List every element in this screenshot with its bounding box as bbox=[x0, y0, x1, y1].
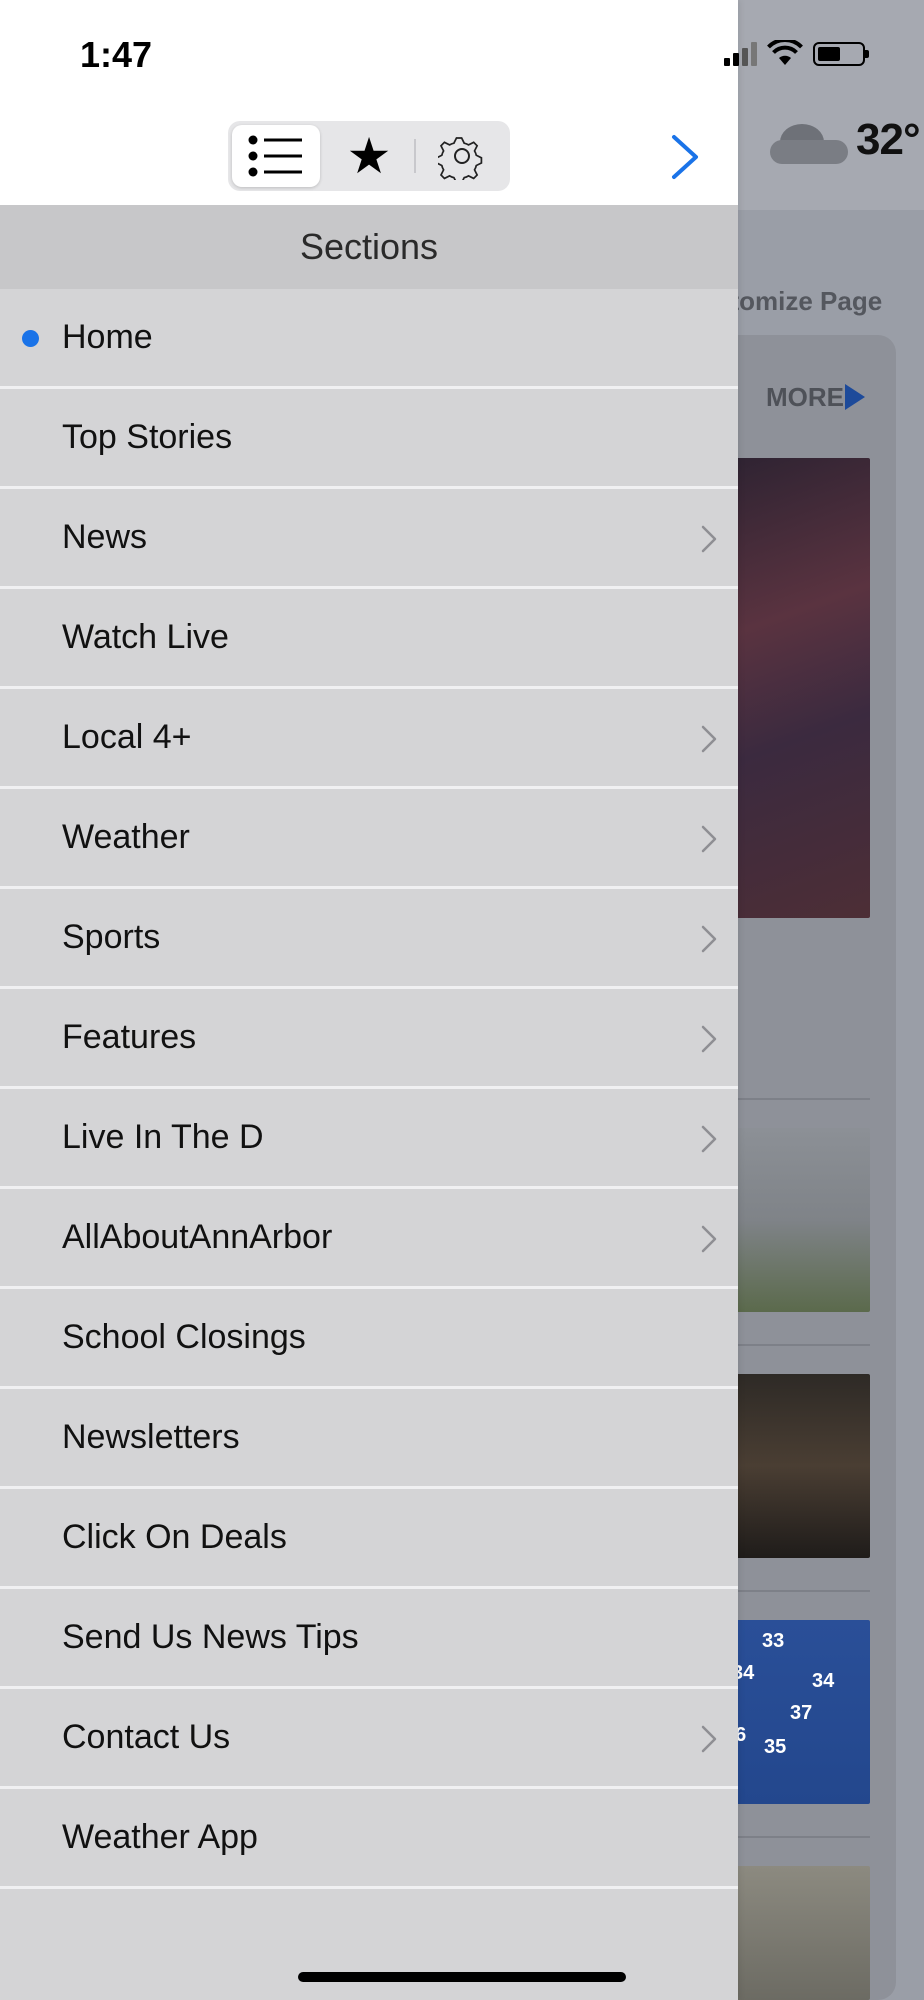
sections-list-item-label: Click On Deals bbox=[62, 1518, 287, 1556]
sections-list-item-label: Contact Us bbox=[62, 1718, 231, 1756]
wifi-icon bbox=[767, 40, 803, 65]
sections-list-item[interactable]: Weather App bbox=[0, 1789, 738, 1889]
status-time: 1:47 bbox=[80, 34, 153, 75]
story-image[interactable] bbox=[724, 1128, 870, 1312]
chevron-right-icon bbox=[701, 1025, 717, 1053]
sections-list-item[interactable]: Top Stories bbox=[0, 389, 738, 489]
cloud-icon bbox=[770, 116, 850, 164]
map-value: 33 bbox=[762, 1630, 785, 1652]
map-value: 35 bbox=[764, 1736, 787, 1758]
sections-list-item[interactable]: Contact Us bbox=[0, 1689, 738, 1789]
sections-list-item-label: Sports bbox=[62, 918, 161, 956]
active-indicator-dot bbox=[22, 330, 39, 347]
play-arrow-icon bbox=[845, 384, 865, 410]
chevron-right-icon bbox=[701, 1225, 717, 1253]
sections-list-item[interactable]: News bbox=[0, 489, 738, 589]
chevron-right-icon bbox=[701, 525, 717, 553]
sections-list-item[interactable]: Home bbox=[0, 289, 738, 389]
sections-list-item[interactable]: Newsletters bbox=[0, 1389, 738, 1489]
sections-list-item[interactable]: Watch Live bbox=[0, 589, 738, 689]
star-icon: ★ bbox=[346, 128, 392, 184]
chevron-right-icon bbox=[701, 1725, 717, 1753]
sections-list-item[interactable]: AllAboutAnnArbor bbox=[0, 1189, 738, 1289]
divider bbox=[724, 1836, 870, 1838]
sections-list-item-label: Features bbox=[62, 1018, 197, 1056]
more-link[interactable]: MORE bbox=[766, 382, 844, 413]
chevron-right-icon bbox=[701, 925, 717, 953]
home-indicator[interactable] bbox=[298, 1972, 626, 1982]
drawer-top-bar: 1:47 ★ bbox=[0, 0, 738, 205]
customize-page-link[interactable]: stomize Page bbox=[716, 286, 882, 317]
settings-tab[interactable] bbox=[418, 125, 506, 187]
chevron-right-icon bbox=[701, 825, 717, 853]
divider bbox=[724, 1098, 870, 1100]
sections-title: Sections bbox=[299, 226, 439, 267]
sections-list-item[interactable]: Live In The D bbox=[0, 1089, 738, 1189]
cellular-signal-icon bbox=[724, 40, 757, 66]
sections-list-item-label: Weather bbox=[62, 818, 190, 856]
sections-list-item-label: Weather App bbox=[62, 1818, 258, 1856]
sections-list-item-label: Watch Live bbox=[62, 618, 229, 656]
battery-icon bbox=[813, 42, 869, 66]
temperature: 32° bbox=[856, 115, 921, 164]
sections-drawer: 1:47 ★ Sections Home Top Stories News Wa… bbox=[0, 0, 738, 2000]
sections-list-tab[interactable] bbox=[232, 125, 320, 187]
sections-list-item-label: Send Us News Tips bbox=[62, 1618, 359, 1656]
map-value: 37 bbox=[790, 1702, 813, 1724]
sections-list-item[interactable]: Click On Deals bbox=[0, 1489, 738, 1589]
weather-widget[interactable]: 32° bbox=[770, 115, 921, 165]
sections-list-item-label: AllAboutAnnArbor bbox=[62, 1218, 333, 1256]
story-image[interactable] bbox=[724, 458, 870, 918]
sections-list-item-label: News bbox=[62, 518, 148, 556]
chevron-right-icon bbox=[701, 725, 717, 753]
sections-list-item[interactable]: Features bbox=[0, 989, 738, 1089]
sections-list-item-label: Newsletters bbox=[62, 1418, 240, 1456]
list-icon bbox=[248, 135, 302, 177]
segment-separator bbox=[414, 139, 416, 173]
sections-list-item-label: School Closings bbox=[62, 1318, 306, 1356]
divider bbox=[724, 1590, 870, 1592]
sections-list-item-label: Top Stories bbox=[62, 418, 233, 456]
sections-list-item[interactable]: Local 4+ bbox=[0, 689, 738, 789]
chevron-right-icon[interactable] bbox=[664, 133, 708, 181]
sections-list-item[interactable]: Send Us News Tips bbox=[0, 1589, 738, 1689]
sections-list-item[interactable]: Sports bbox=[0, 889, 738, 989]
story-image[interactable] bbox=[724, 1374, 870, 1558]
status-icons bbox=[724, 40, 869, 66]
sections-list-item-label: Local 4+ bbox=[62, 718, 192, 756]
weather-map-image[interactable]: 33 34 34 37 35 36 6 bbox=[724, 1620, 870, 1804]
story-image[interactable] bbox=[724, 1866, 870, 2000]
sections-list-item-label: Home bbox=[62, 318, 153, 356]
map-value: 34 bbox=[812, 1670, 835, 1692]
sections-header: Sections bbox=[0, 205, 738, 289]
divider bbox=[724, 1344, 870, 1346]
sections-list-item[interactable]: Weather bbox=[0, 789, 738, 889]
sections-list-item-label: Live In The D bbox=[62, 1118, 264, 1156]
gear-icon bbox=[438, 137, 483, 180]
sections-list: Home Top Stories News Watch Live Local 4+ Wea… bbox=[0, 289, 738, 1889]
sections-list-item[interactable]: School Closings bbox=[0, 1289, 738, 1389]
favorites-tab[interactable]: ★ bbox=[325, 125, 413, 187]
chevron-right-icon bbox=[701, 1125, 717, 1153]
drawer-mode-segmented-control: ★ bbox=[228, 121, 510, 191]
